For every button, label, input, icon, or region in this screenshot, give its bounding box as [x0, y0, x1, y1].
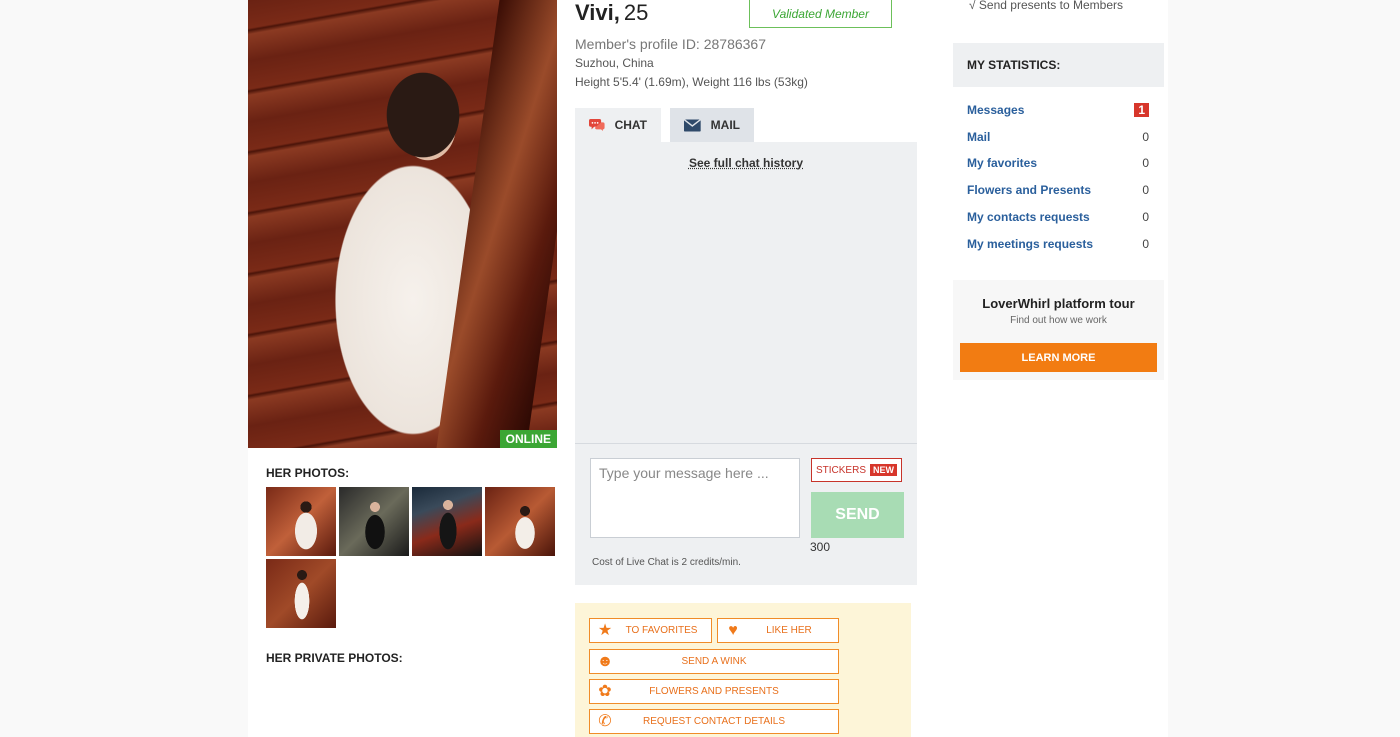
stat-value: 0 [1142, 130, 1149, 144]
photo-thumbnails [266, 487, 558, 628]
profile-measures: Height 5'5.4' (1.69m), Weight 116 lbs (5… [575, 75, 808, 89]
like-her-label: LIKE HER [766, 625, 812, 636]
request-contact-label: REQUEST CONTACT DETAILS [642, 716, 786, 727]
flowers-presents-label: FLOWERS AND PRESENTS [649, 686, 779, 697]
chat-divider [575, 443, 917, 444]
stat-label: Flowers and Presents [967, 183, 1092, 197]
stat-row-messages[interactable]: Messages 1 [967, 100, 1149, 120]
to-favorites-label: TO FAVORITES [625, 625, 698, 636]
photo-decoration [436, 0, 557, 448]
to-favorites-button[interactable]: ★ TO FAVORITES [589, 618, 712, 643]
profile-name-text: Vivi, [575, 0, 620, 25]
like-her-button[interactable]: ♥ LIKE HER [717, 618, 839, 643]
flower-icon: ✿ [598, 682, 612, 700]
new-badge: NEW [870, 464, 897, 476]
photo-thumbnail[interactable] [485, 487, 555, 556]
request-contact-button[interactable]: ✆ REQUEST CONTACT DETAILS [589, 709, 839, 734]
tour-title: LoverWhirl platform tour [982, 296, 1135, 311]
chat-cost-note: Cost of Live Chat is 2 credits/min. [592, 557, 741, 568]
her-photos-title: HER PHOTOS: [266, 466, 350, 480]
star-icon: ★ [597, 621, 613, 639]
photo-thumbnail[interactable] [266, 487, 336, 556]
validated-member-badge: Validated Member [749, 0, 892, 28]
chat-panel: See full chat history STICKERS NEW SEND … [575, 142, 917, 585]
stat-label: My meetings requests [967, 237, 1094, 251]
smiley-icon: ☻ [596, 652, 614, 670]
profile-name: Vivi, 25 [575, 0, 648, 26]
stat-row-flowers[interactable]: Flowers and Presents 0 [967, 180, 1149, 200]
send-button[interactable]: SEND [811, 492, 904, 538]
phone-icon: ✆ [598, 712, 612, 730]
chat-icon [589, 118, 605, 132]
chat-history-link[interactable]: See full chat history [575, 156, 917, 170]
stickers-button[interactable]: STICKERS NEW [811, 458, 902, 482]
send-wink-label: SEND A WINK [681, 656, 747, 667]
private-photos-title: HER PRIVATE PHOTOS: [266, 651, 403, 665]
photo-thumbnail[interactable] [266, 559, 336, 628]
stat-row-meetings[interactable]: My meetings requests 0 [967, 234, 1149, 254]
statistics-heading: MY STATISTICS: [953, 43, 1164, 87]
actions-box: ★ TO FAVORITES ♥ LIKE HER ☻ SEND A WINK … [575, 603, 911, 737]
stat-label: Messages [967, 103, 1025, 117]
tab-mail[interactable]: MAIL [670, 108, 754, 142]
photo-thumbnail[interactable] [339, 487, 409, 556]
profile-age: 25 [623, 0, 649, 25]
stat-value: 0 [1142, 237, 1149, 251]
stat-label: My contacts requests [967, 210, 1090, 224]
stat-label: My favorites [967, 156, 1038, 170]
stat-value: 0 [1142, 156, 1149, 170]
profile-id: Member's profile ID: 28786367 [575, 36, 766, 52]
profile-location: Suzhou, China [575, 56, 654, 70]
tab-chat[interactable]: CHAT [575, 108, 661, 142]
stat-value: 0 [1142, 210, 1149, 224]
stickers-label: STICKERS [815, 464, 866, 476]
learn-more-button[interactable]: LEARN MORE [960, 343, 1157, 372]
char-counter: 300 [810, 540, 831, 554]
mail-icon [684, 118, 701, 132]
stat-row-mail[interactable]: Mail 0 [967, 127, 1149, 147]
message-input[interactable] [590, 458, 800, 538]
heart-icon: ♥ [728, 621, 738, 639]
stat-row-contacts[interactable]: My contacts requests 0 [967, 207, 1149, 227]
tour-subtitle: Find out how we work [1010, 315, 1107, 326]
tab-chat-label: CHAT [614, 118, 647, 132]
flowers-presents-button[interactable]: ✿ FLOWERS AND PRESENTS [589, 679, 839, 704]
presents-benefit-line: √ Send presents to Members [969, 0, 1123, 12]
stat-label: Mail [967, 130, 991, 144]
online-badge: ONLINE [499, 430, 557, 448]
stat-row-favorites[interactable]: My favorites 0 [967, 153, 1149, 173]
send-wink-button[interactable]: ☻ SEND A WINK [589, 649, 839, 674]
photo-thumbnail[interactable] [412, 487, 482, 556]
main-profile-photo[interactable]: ONLINE [248, 0, 557, 448]
stat-value-badge: 1 [1134, 103, 1149, 117]
stat-value: 0 [1142, 183, 1149, 197]
tab-mail-label: MAIL [710, 118, 740, 132]
